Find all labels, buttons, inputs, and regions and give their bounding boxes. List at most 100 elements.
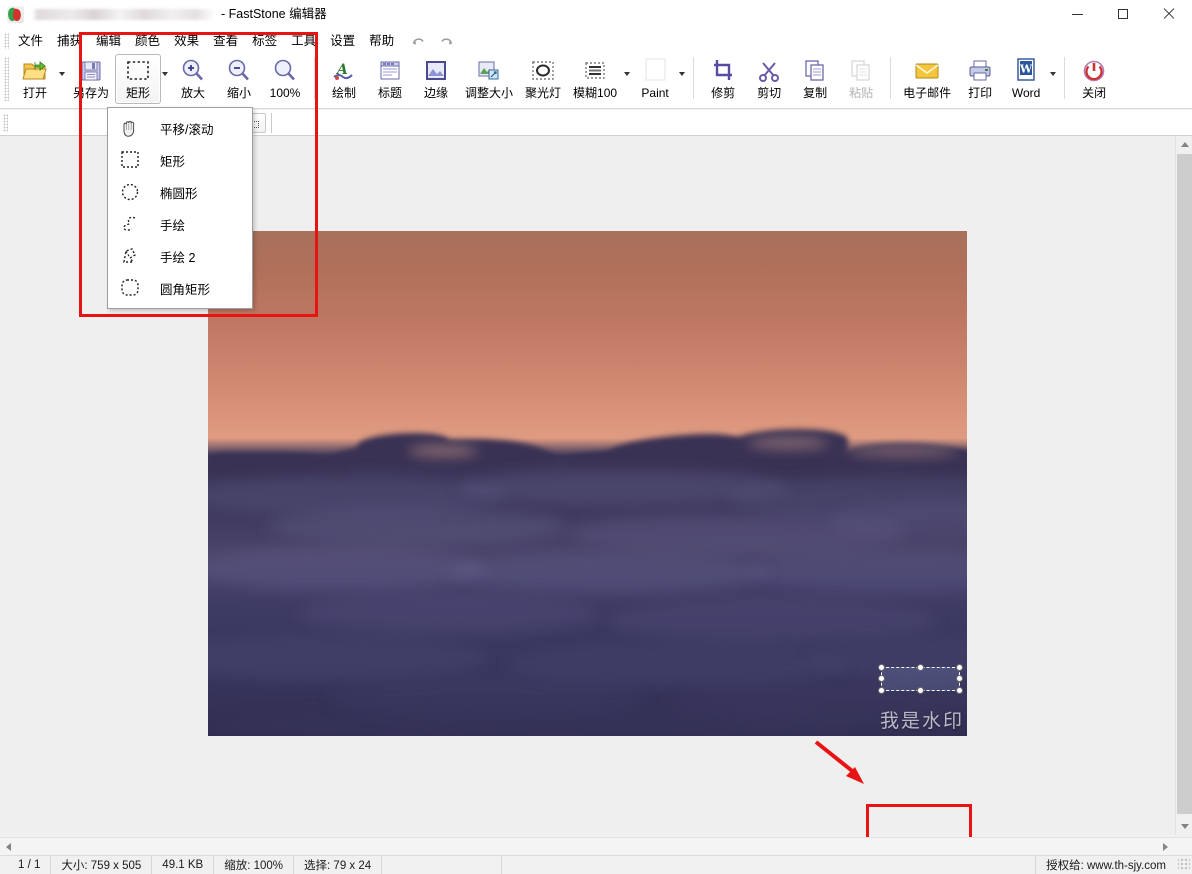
menu-item-edit[interactable]: 编辑 — [89, 30, 128, 52]
minimize-button[interactable] — [1055, 0, 1100, 28]
dropdown-label-rounded-rectangle: 圆角矩形 — [160, 282, 211, 297]
toolbar-grip[interactable] — [4, 57, 9, 101]
scroll-down-button[interactable] — [1176, 818, 1192, 835]
rect-marquee-icon — [114, 147, 146, 173]
selection-handle-bottom-left[interactable] — [878, 687, 885, 694]
ellipse-marquee-icon — [114, 179, 146, 205]
status-bar: 1 / 1 大小: 759 x 505 49.1 KB 缩放: 100% 选择:… — [0, 855, 1192, 874]
toolbar-label-email: 电子邮件 — [903, 86, 952, 100]
toolbar-button-zoom-actual[interactable]: 100% — [262, 54, 308, 104]
freehand-icon — [114, 211, 146, 237]
menubar-grip[interactable] — [4, 33, 9, 49]
toolbar-label-close-image: 关闭 — [1082, 86, 1107, 100]
paint-dropdown-caret[interactable] — [679, 72, 686, 76]
selection-handle-bottom-center[interactable] — [916, 687, 924, 694]
selection-handle-top-right[interactable] — [956, 664, 963, 671]
toolbar-button-resize[interactable]: 调整大小 — [459, 54, 519, 104]
selection-handle-top-left[interactable] — [878, 664, 885, 671]
menu-item-file[interactable]: 文件 — [11, 30, 50, 52]
maximize-button[interactable] — [1100, 0, 1145, 28]
toolbar-button-draw[interactable]: A 绘制 — [321, 54, 367, 104]
blur-icon — [582, 57, 608, 85]
menu-item-tags[interactable]: 标签 — [245, 30, 284, 52]
horizontal-scrollbar[interactable] — [0, 837, 1192, 855]
toolbar-label-word: Word — [1011, 86, 1041, 100]
redo-icon[interactable] — [439, 35, 453, 48]
rectangle-dropdown-caret[interactable] — [162, 72, 169, 76]
selection-handle-bottom-right[interactable] — [956, 687, 963, 694]
toolbar-button-paste[interactable]: 粘贴 — [838, 54, 884, 104]
toolbar-label-zoom-out: 缩小 — [227, 86, 252, 100]
paste-icon — [849, 57, 873, 85]
toolbar-button-print[interactable]: 打印 — [957, 54, 1003, 104]
cut-scissors-icon — [757, 57, 781, 85]
toolbar-button-open[interactable]: 打开 — [12, 54, 58, 104]
selection-handle-middle-left[interactable] — [878, 675, 885, 682]
toolbar-button-blur[interactable]: 模糊100 — [567, 54, 623, 104]
red-arrow-pointer — [814, 740, 864, 784]
watermark-text: 我是水印 — [880, 711, 965, 732]
scroll-up-button[interactable] — [1176, 136, 1192, 153]
dropdown-item-pan-scroll[interactable]: 平移/滚动 — [108, 112, 252, 144]
blur-dropdown-caret[interactable] — [624, 72, 631, 76]
open-dropdown-caret[interactable] — [59, 72, 65, 76]
toolbar-button-paint[interactable]: Paint — [632, 54, 678, 104]
scroll-left-button[interactable] — [0, 838, 17, 855]
menu-item-help[interactable]: 帮助 — [362, 30, 401, 52]
blurred-filename — [32, 8, 215, 20]
resize-grip-icon[interactable] — [1178, 859, 1190, 871]
toolbar-button-rectangle-select[interactable]: 矩形 — [115, 54, 162, 104]
toolbar-label-edge: 边缘 — [424, 86, 449, 100]
toolbar-button-cut[interactable]: 剪切 — [746, 54, 792, 104]
image-canvas[interactable]: 我是水印 — [208, 231, 967, 736]
toolbar-label-zoom-actual: 100% — [269, 86, 301, 100]
selection-handle-middle-right[interactable] — [956, 675, 963, 682]
toolbar-button-zoom-out[interactable]: 缩小 — [216, 54, 262, 104]
resize-icon — [477, 57, 501, 85]
menu-item-color[interactable]: 颜色 — [128, 30, 167, 52]
toolbar-label-draw: 绘制 — [332, 86, 357, 100]
vertical-scrollbar[interactable] — [1175, 136, 1192, 835]
hand-pan-icon — [114, 115, 146, 141]
menu-item-capture[interactable]: 捕获 — [50, 30, 89, 52]
toolbar-label-spotlight: 聚光灯 — [525, 86, 562, 100]
toolbar-button-copy[interactable]: 复制 — [792, 54, 838, 104]
toolbar-button-spotlight[interactable]: 聚光灯 — [519, 54, 567, 104]
toolbar-button-word[interactable]: W Word — [1003, 54, 1049, 104]
scroll-right-button[interactable] — [1157, 838, 1174, 855]
zoom-in-icon — [180, 57, 206, 85]
status-zoom: 缩放: 100% — [214, 855, 295, 874]
toolbar-button-email[interactable]: 电子邮件 — [897, 54, 957, 104]
dropdown-item-rounded-rectangle[interactable]: 圆角矩形 — [108, 272, 252, 304]
secondary-toolbar-grip[interactable] — [3, 113, 8, 132]
vertical-scroll-thumb[interactable] — [1177, 154, 1192, 814]
toolbar-button-close-image[interactable]: 关闭 — [1071, 54, 1117, 104]
toolbar-button-crop[interactable]: 修剪 — [700, 54, 746, 104]
menu-item-view[interactable]: 查看 — [206, 30, 245, 52]
dropdown-item-rectangle[interactable]: 矩形 — [108, 144, 252, 176]
toolbar-button-zoom-in[interactable]: 放大 — [170, 54, 216, 104]
close-button[interactable] — [1145, 0, 1192, 28]
status-image-size: 大小: 759 x 505 — [51, 855, 153, 874]
spotlight-icon — [530, 57, 556, 85]
toolbar-label-zoom-in: 放大 — [181, 86, 206, 100]
dropdown-item-ellipse[interactable]: 椭圆形 — [108, 176, 252, 208]
toolbar-button-save-as[interactable]: 另存为 — [67, 54, 115, 104]
toolbar-button-caption[interactable]: 标题 — [367, 54, 413, 104]
status-empty-cell — [382, 855, 503, 874]
email-envelope-icon — [914, 57, 940, 85]
word-dropdown-caret[interactable] — [1050, 72, 1057, 76]
undo-icon[interactable] — [411, 35, 425, 48]
menu-item-effects[interactable]: 效果 — [167, 30, 206, 52]
copy-icon — [803, 57, 827, 85]
dropdown-item-freehand-2[interactable]: 手绘 2 — [108, 240, 252, 272]
selection-rectangle[interactable] — [878, 664, 963, 694]
menu-item-tools[interactable]: 工具 — [284, 30, 323, 52]
selection-handle-top-center[interactable] — [916, 664, 924, 671]
rectangle-tool-dropdown-menu[interactable]: 平移/滚动 矩形 椭圆形 手绘 手绘 2 圆角矩形 — [107, 107, 253, 309]
menu-item-settings[interactable]: 设置 — [323, 30, 362, 52]
toolbar-label-caption: 标题 — [378, 86, 403, 100]
toolbar-button-edge[interactable]: 边缘 — [413, 54, 459, 104]
undo-redo-group — [411, 35, 453, 48]
dropdown-item-freehand[interactable]: 手绘 — [108, 208, 252, 240]
